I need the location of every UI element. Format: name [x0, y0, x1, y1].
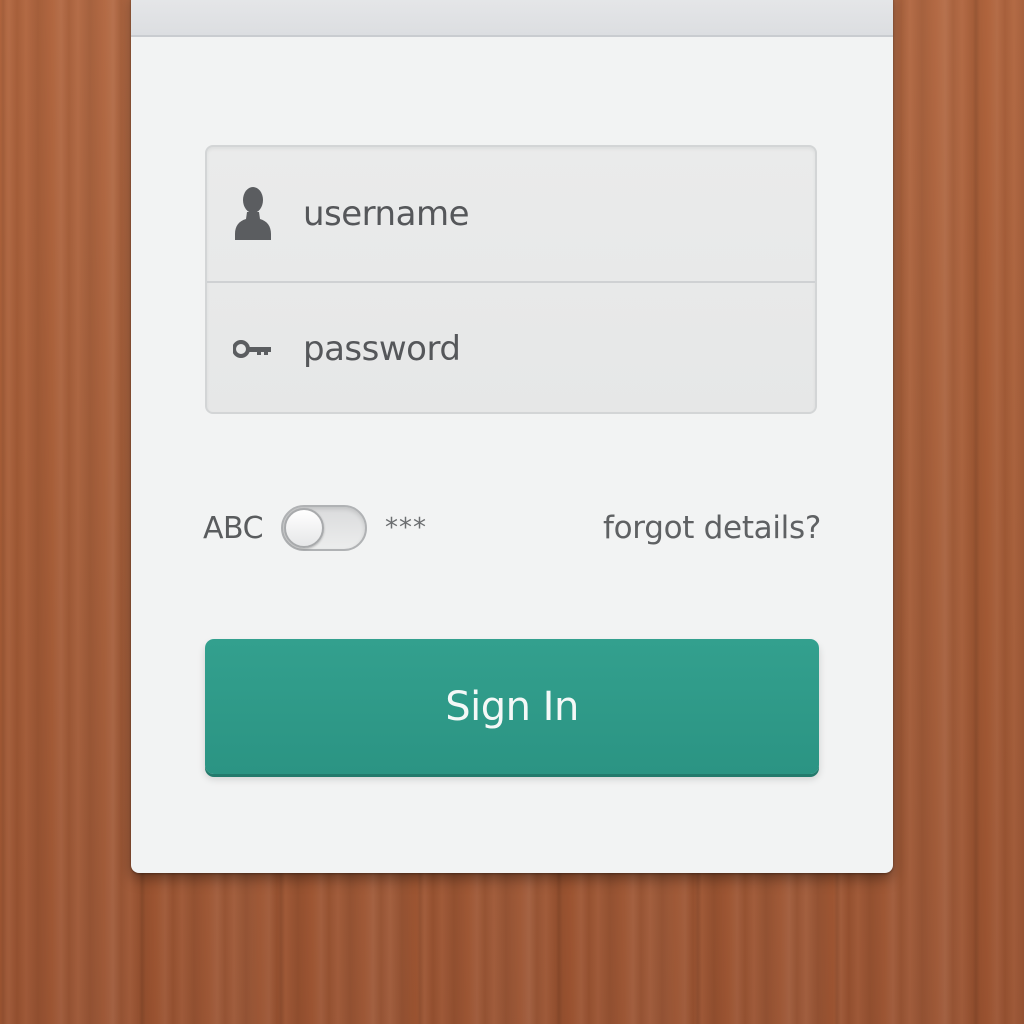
username-field[interactable] [207, 147, 815, 281]
user-icon [233, 186, 297, 242]
sign-in-button[interactable]: Sign In [205, 639, 819, 774]
username-input[interactable] [303, 194, 783, 234]
toggle-label-plaintext: ABC [203, 510, 264, 546]
card-header-bar [131, 0, 893, 37]
credentials-field-group [205, 145, 817, 414]
forgot-details-link[interactable]: forgot details? [603, 503, 821, 553]
password-visibility-toggle-row: ABC *** [203, 503, 427, 553]
toggle-label-masked: *** [385, 513, 428, 543]
password-field[interactable] [207, 281, 815, 414]
wood-background: ABC *** forgot details? Sign In [0, 0, 1024, 1024]
key-icon [233, 339, 297, 359]
toggle-knob[interactable] [284, 508, 325, 548]
login-card: ABC *** forgot details? Sign In [131, 0, 893, 873]
password-visibility-toggle[interactable] [281, 505, 368, 551]
password-input[interactable] [303, 328, 783, 369]
